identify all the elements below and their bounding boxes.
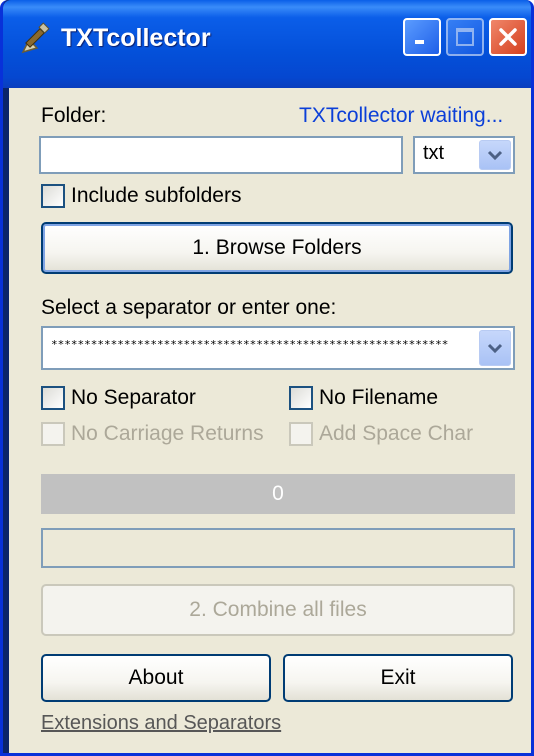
window-title: TXTcollector xyxy=(61,24,211,52)
client-area: Folder: TXTcollector waiting... txt Incl… xyxy=(9,88,531,753)
exit-button[interactable]: Exit xyxy=(283,654,513,702)
extension-select[interactable]: txt xyxy=(413,136,515,174)
maximize-icon xyxy=(456,28,474,46)
folder-path-input[interactable] xyxy=(39,136,403,174)
about-button[interactable]: About xyxy=(41,654,271,702)
progress-bar: 0 xyxy=(41,474,515,514)
maximize-button xyxy=(446,18,484,56)
close-icon xyxy=(499,28,517,46)
chevron-down-icon xyxy=(487,150,503,161)
add-space-char-label: Add Space Char xyxy=(319,422,474,445)
separator-value: ****************************************… xyxy=(51,338,449,351)
close-button[interactable] xyxy=(489,18,527,56)
add-space-char-checkbox xyxy=(289,422,313,446)
no-separator-checkbox[interactable] xyxy=(41,386,65,410)
separator-label: Select a separator or enter one: xyxy=(41,296,337,319)
extensions-separators-link[interactable]: Extensions and Separators xyxy=(41,712,281,735)
include-subfolders-label: Include subfolders xyxy=(71,184,242,207)
extension-dropdown-button[interactable] xyxy=(479,140,511,170)
no-carriage-returns-checkbox xyxy=(41,422,65,446)
chevron-down-icon xyxy=(487,343,503,354)
minimize-icon xyxy=(415,40,424,44)
broom-icon xyxy=(21,22,50,54)
folder-label: Folder: xyxy=(41,104,107,127)
no-separator-label: No Separator xyxy=(71,386,196,409)
secondary-progress-bar xyxy=(41,528,515,568)
no-filename-label: No Filename xyxy=(319,386,439,409)
combine-files-button: 2. Combine all files xyxy=(41,584,515,636)
extension-value: txt xyxy=(423,142,445,164)
minimize-button[interactable] xyxy=(403,18,441,56)
app-window: TXTcollector Folder: TXTcollector waitin… xyxy=(0,0,534,756)
title-bar[interactable]: TXTcollector xyxy=(3,0,531,88)
include-subfolders-checkbox[interactable] xyxy=(41,184,65,208)
separator-dropdown-button[interactable] xyxy=(479,330,511,366)
no-carriage-returns-label: No Carriage Returns xyxy=(71,422,264,445)
browse-folders-button[interactable]: 1. Browse Folders xyxy=(41,222,513,274)
separator-select[interactable]: ****************************************… xyxy=(41,326,515,370)
no-filename-checkbox[interactable] xyxy=(289,386,313,410)
status-text: TXTcollector waiting... xyxy=(299,104,504,127)
